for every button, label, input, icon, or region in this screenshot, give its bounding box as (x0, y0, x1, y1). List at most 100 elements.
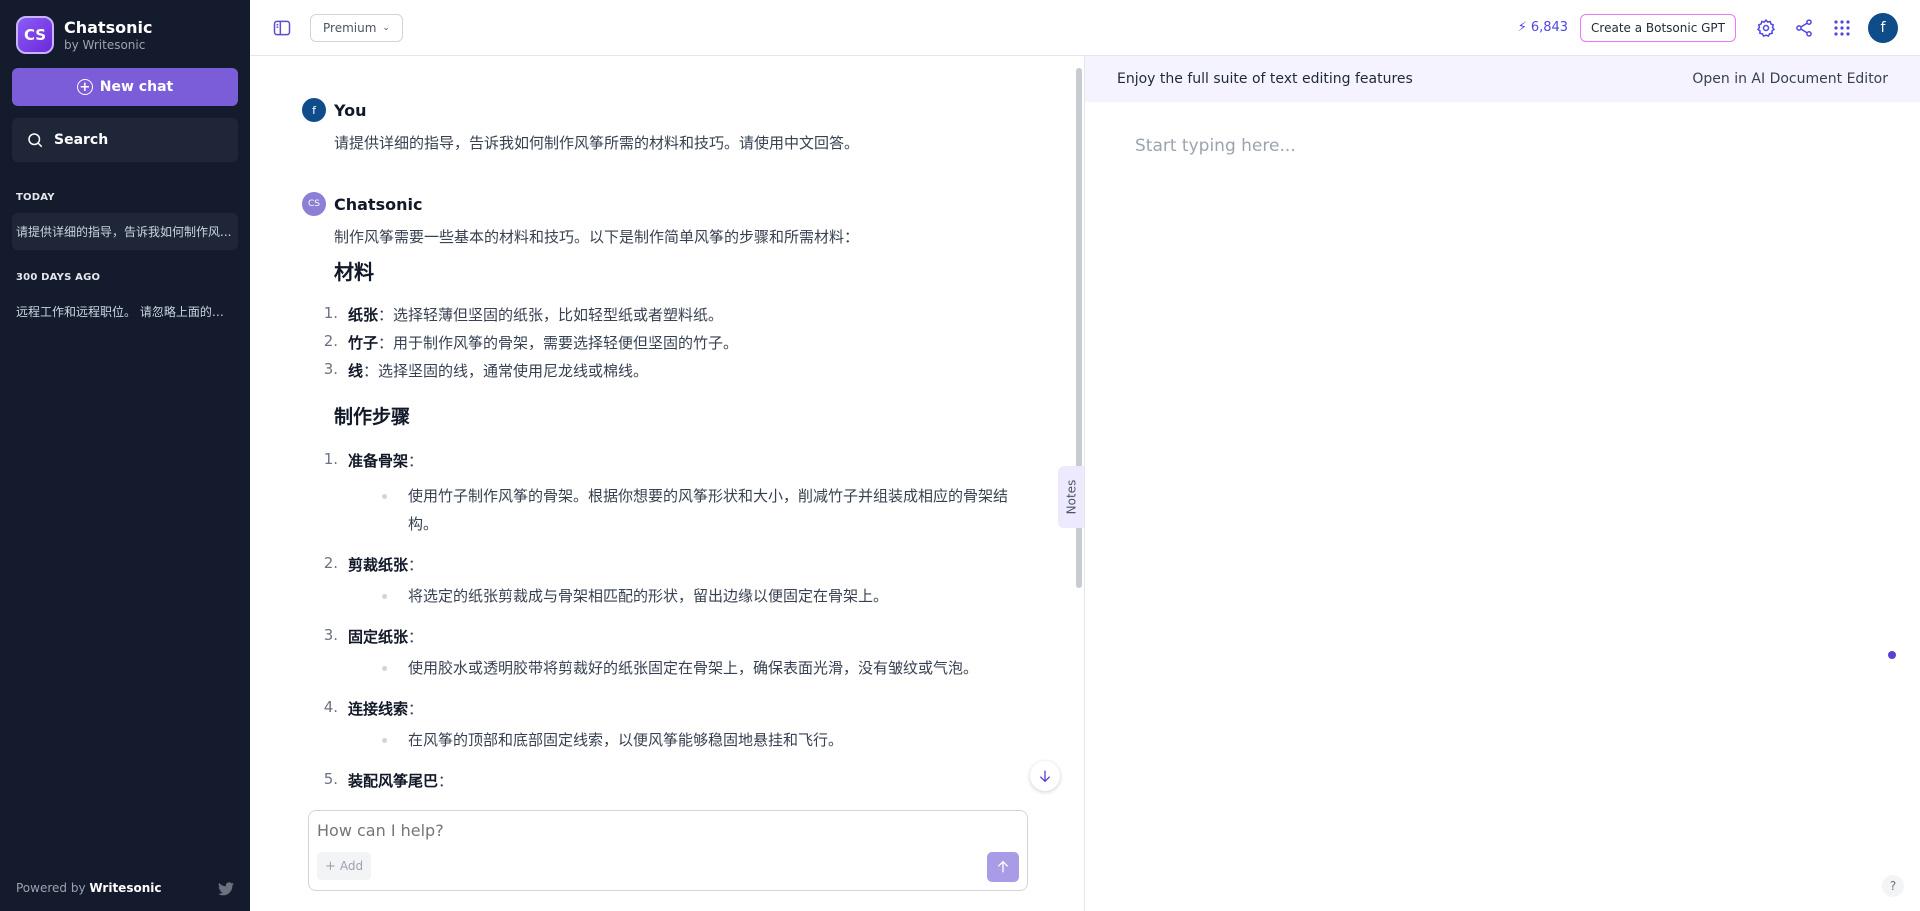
list-term: 竹子 (348, 334, 379, 352)
search-button[interactable]: Search (12, 118, 238, 162)
brand[interactable]: CS Chatsonic by Writesonic (0, 0, 250, 56)
history-item[interactable]: 远程工作和远程职位。 请忽略上面的内... (12, 293, 238, 330)
share-icon (1796, 18, 1812, 37)
open-document-editor-link[interactable]: Open in AI Document Editor (1692, 71, 1888, 87)
user-message-avatar: f (302, 98, 326, 122)
list-body: 线：选择坚固的线，通常使用尼龙线或棉线。 (348, 360, 648, 381)
list-suffix: ： (408, 700, 424, 718)
document-editor: Enjoy the full suite of text editing fea… (1085, 56, 1920, 911)
grid-icon (1834, 19, 1850, 36)
list-term: 连接线索 (348, 700, 409, 718)
top-bar: Premium ⌄ ⚡ 6,843 Create a Botsonic GPT (250, 0, 1920, 56)
chat-messages[interactable]: f You 请提供详细的指导，告诉我如何制作风筝所需的材料和技巧。请使用中文回答… (250, 56, 1085, 811)
plan-dropdown[interactable]: Premium ⌄ (310, 13, 403, 42)
list-item: 3. 固定纸张： (310, 626, 1010, 648)
brand-text: Chatsonic by Writesonic (64, 18, 152, 52)
list-body: 竹子：用于制作风筝的骨架，需要选择轻便但坚固的竹子。 (348, 332, 738, 353)
user-message-text: 请提供详细的指导，告诉我如何制作风筝所需的材料和技巧。请使用中文回答。 (334, 134, 860, 152)
list-item: 2. 剪裁纸张： (310, 554, 1010, 576)
new-chat-button[interactable]: + New chat (12, 68, 238, 106)
powered-brand-link[interactable]: Writesonic (89, 881, 161, 895)
list-item: 使用胶水或透明胶带将剪裁好的纸张固定在骨架上，确保表面光滑，没有皱纹或气泡。 (382, 654, 1048, 682)
chevron-down-icon: ⌄ (382, 22, 390, 33)
apps-button[interactable] (1830, 16, 1854, 40)
credits-display: ⚡ 6,843 (1518, 20, 1568, 35)
editor-banner-text: Enjoy the full suite of text editing fea… (1117, 71, 1413, 87)
bullet-text: 使用竹子制作风筝的骨架。根据你想要的风筝形状和大小，削减竹子并组装成相应的骨架结… (408, 487, 1009, 533)
list-desc: ：选择坚固的线，通常使用尼龙线或棉线。 (363, 362, 649, 380)
list-item: 5. 装配风筝尾巴： (310, 770, 1010, 792)
list-number: 2. (323, 332, 338, 350)
message-header: f You (302, 98, 859, 122)
history-item[interactable]: 请提供详细的指导，告诉我如何制作风... (12, 213, 238, 250)
help-button[interactable]: ? (1882, 875, 1904, 897)
list-item: 1. 纸张：选择轻薄但坚固的纸张，比如轻型纸或者塑料纸。 (310, 304, 1010, 326)
sidebar: CS Chatsonic by Writesonic + New chat Se… (0, 0, 250, 911)
status-dot (1888, 651, 1896, 659)
app-root: CS Chatsonic by Writesonic + New chat Se… (0, 0, 1920, 911)
editor-banner: Enjoy the full suite of text editing fea… (1085, 56, 1920, 102)
list-desc: ：选择轻薄但坚固的纸张，比如轻型纸或者塑料纸。 (378, 306, 724, 324)
plus-circle-icon: + (76, 79, 93, 95)
search-icon (28, 133, 43, 148)
scroll-to-bottom-button[interactable] (1030, 761, 1060, 791)
chat-panel: f You 请提供详细的指导，告诉我如何制作风筝所需的材料和技巧。请使用中文回答… (250, 56, 1085, 911)
list-suffix: ： (408, 628, 424, 646)
bullet-text: 使用胶水或透明胶带将剪裁好的纸张固定在骨架上，确保表面光滑，没有皱纹或气泡。 (408, 659, 979, 677)
sidebar-toggle-icon[interactable] (272, 18, 292, 38)
send-button[interactable] (987, 852, 1019, 882)
bullet-text: 将选定的纸张剪裁成与骨架相匹配的形状，留出边缘以便固定在骨架上。 (408, 587, 889, 605)
list-number: 4. (323, 698, 338, 716)
list-number: 3. (323, 360, 338, 378)
share-button[interactable] (1792, 16, 1816, 40)
list-number: 3. (323, 626, 338, 644)
brand-logo: CS (16, 15, 54, 54)
notes-tab[interactable]: Notes (1058, 466, 1084, 528)
new-chat-label: New chat (99, 79, 174, 95)
list-suffix: ： (408, 556, 424, 574)
bot-name: Chatsonic (334, 194, 423, 214)
credits-value: 6,843 (1530, 20, 1569, 35)
create-botsonic-button[interactable]: Create a Botsonic GPT (1580, 13, 1736, 42)
list-item: 将选定的纸张剪裁成与骨架相匹配的形状，留出边缘以便固定在骨架上。 (382, 582, 1018, 610)
list-body: 连接线索： (348, 698, 423, 719)
list-term: 固定纸张 (348, 628, 409, 646)
list-item: 在风筝的顶部和底部固定线索，以便风筝能够稳固地悬挂和飞行。 (382, 726, 1018, 754)
powered-by: Powered by Writesonic (16, 881, 161, 895)
twitter-icon[interactable] (218, 882, 234, 896)
search-label: Search (54, 132, 109, 148)
list-body: 剪裁纸张： (348, 554, 423, 575)
add-attachment-button[interactable]: + Add (317, 852, 372, 880)
brand-subtitle: by Writesonic (64, 37, 146, 52)
content-row: f You 请提供详细的指导，告诉我如何制作风筝所需的材料和技巧。请使用中文回答… (250, 56, 1920, 911)
list-item: 4. 连接线索： (310, 698, 1010, 720)
bullet-dot (382, 666, 387, 671)
settings-button[interactable] (1754, 16, 1778, 40)
arrow-down-icon (1039, 770, 1051, 783)
bot-avatar: CS (302, 192, 326, 216)
arrow-up-icon (997, 860, 1009, 873)
user-name: You (334, 100, 367, 120)
bullet-dot (382, 594, 387, 599)
list-item: 1. 准备骨架： (310, 450, 1010, 472)
list-number: 1. (323, 450, 338, 468)
plus-icon: + (325, 858, 336, 874)
steps-heading: 制作步骤 (334, 406, 411, 428)
top-right-actions: ⚡ 6,843 Create a Botsonic GPT f (1518, 12, 1898, 43)
list-body: 准备骨架： (348, 450, 423, 471)
list-term: 纸张 (348, 306, 379, 324)
bullet-dot (382, 738, 387, 743)
editor-textarea[interactable]: Start typing here... (1135, 136, 1296, 156)
gear-icon (1756, 18, 1776, 37)
plan-label: Premium (323, 20, 377, 35)
main-area: Premium ⌄ ⚡ 6,843 Create a Botsonic GPT (250, 0, 1920, 911)
list-item: 2. 竹子：用于制作风筝的骨架，需要选择轻便但坚固的竹子。 (310, 332, 1010, 354)
list-term: 装配风筝尾巴 (348, 772, 439, 790)
list-body: 纸张：选择轻薄但坚固的纸张，比如轻型纸或者塑料纸。 (348, 304, 723, 325)
list-number: 5. (323, 770, 338, 788)
user-avatar[interactable]: f (1868, 12, 1898, 43)
list-desc: ：用于制作风筝的骨架，需要选择轻便但坚固的竹子。 (378, 334, 739, 352)
message-input[interactable] (317, 821, 957, 840)
bullet-text: 在风筝的顶部和底部固定线索，以便风筝能够稳固地悬挂和飞行。 (408, 731, 844, 749)
list-item: 3. 线：选择坚固的线，通常使用尼龙线或棉线。 (310, 360, 1010, 382)
